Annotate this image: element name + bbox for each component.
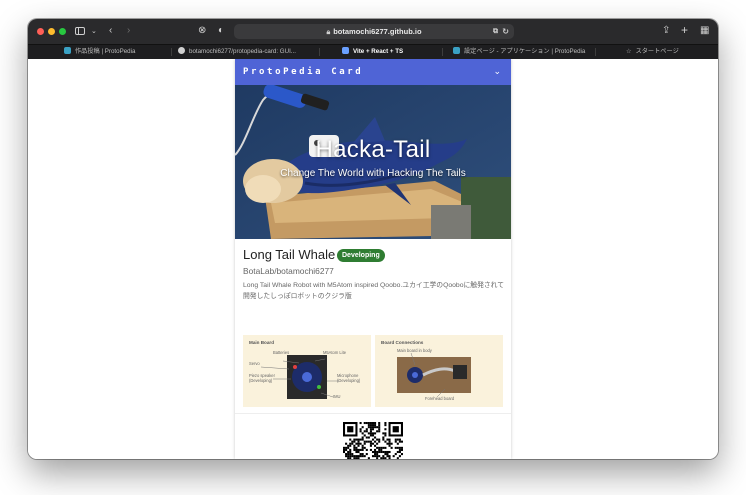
- forward-arrow-icon[interactable]: ›: [127, 26, 130, 36]
- star-icon: ☆: [626, 48, 632, 55]
- diagram-label: Microphone (Developing): [337, 373, 361, 383]
- close-window-button[interactable]: [37, 28, 44, 35]
- qr-code[interactable]: [343, 422, 403, 459]
- protopedia-favicon-icon: [64, 47, 71, 54]
- card-header-title: ProtoPedia Card: [243, 67, 364, 77]
- reload-icon[interactable]: ↻: [502, 24, 509, 39]
- diagram-label: M5Atom Lite: [323, 350, 346, 355]
- main-board-diagram: Main Board Batteries M5Atom Lite Servo P…: [243, 335, 371, 407]
- diagram-label: Forehead board: [425, 396, 455, 401]
- lock-icon: 🔒︎: [326, 29, 331, 36]
- tab-label: スタートページ: [635, 48, 679, 55]
- chevron-down-icon[interactable]: ⌄: [91, 27, 97, 37]
- tab-start-page[interactable]: ☆ スタートページ: [626, 45, 706, 59]
- vite-favicon-icon: [342, 47, 349, 54]
- team-name: BotaLab/botamochi6277: [243, 266, 334, 276]
- tab-label: botamochi6277/protopedia-card: GUI...: [189, 48, 296, 55]
- main-board-photo: [260, 355, 339, 399]
- privacy-shield-icon[interactable]: ◐: [218, 26, 224, 36]
- tab-overview-icon[interactable]: ▦: [700, 26, 709, 36]
- diagram-label: Batteries: [273, 350, 290, 355]
- diagram-label: Main board in body: [397, 348, 432, 353]
- chevron-down-icon[interactable]: ⌄: [493, 66, 501, 77]
- sidebar-toggle-icon[interactable]: [75, 27, 85, 35]
- browser-window: ⌄ ‹ › ⊗ ◐ 🔒︎ botamochi6277.github.io ⧉ ↻ …: [28, 19, 718, 459]
- tab-github-repo[interactable]: botamochi6277/protopedia-card: GUI...: [178, 45, 318, 59]
- extension-icon[interactable]: ⊗: [198, 26, 206, 36]
- protopedia-card: ProtoPedia Card ⌄ Hacka-Tail Change The …: [235, 59, 511, 459]
- translate-icon[interactable]: ⧉: [493, 24, 498, 39]
- address-url: botamochi6277.github.io: [333, 27, 422, 36]
- diagram-label: Piezo speaker (Developing): [249, 373, 275, 383]
- title-bar: ⌄ ‹ › ⊗ ◐ 🔒︎ botamochi6277.github.io ⧉ ↻ …: [28, 19, 718, 44]
- page-viewport: ProtoPedia Card ⌄ Hacka-Tail Change The …: [28, 59, 718, 459]
- tab-bar: 作品投稿 | ProtoPedia botamochi6277/protoped…: [28, 44, 718, 59]
- tab-protopedia-settings[interactable]: 設定ページ - アプリケーション | ProtoPedia: [453, 45, 593, 59]
- share-icon[interactable]: ⇪: [662, 26, 670, 36]
- qr-section: [235, 413, 511, 459]
- protopedia-favicon-icon: [453, 47, 460, 54]
- minimize-window-button[interactable]: [48, 28, 55, 35]
- zoom-window-button[interactable]: [59, 28, 66, 35]
- diagram-label: IMU: [333, 394, 341, 399]
- board-connections-diagram: Board Connections Main board in body For…: [375, 335, 503, 407]
- product-summary: Long Tail Whale Robot with M5Atom inspir…: [243, 282, 505, 300]
- tab-label: Vite + React + TS: [353, 48, 404, 55]
- tab-label: 作品投稿 | ProtoPedia: [75, 48, 136, 55]
- status-badge: Developing: [337, 249, 385, 262]
- tab-label: 設定ページ - アプリケーション | ProtoPedia: [464, 48, 586, 55]
- product-name: Long Tail Whale: [243, 247, 336, 262]
- github-favicon-icon: [178, 47, 185, 54]
- diagram-label: Servo: [249, 361, 260, 366]
- back-arrow-icon[interactable]: ‹: [109, 26, 112, 36]
- card-header[interactable]: ProtoPedia Card ⌄: [235, 59, 511, 85]
- tab-protopedia-post[interactable]: 作品投稿 | ProtoPedia: [64, 45, 184, 59]
- hero-image: Hacka-Tail Change The World with Hacking…: [235, 85, 511, 239]
- diagram-images: Main Board Batteries M5Atom Lite Servo P…: [243, 335, 503, 407]
- hero-subtitle: Change The World with Hacking The Tails: [280, 168, 466, 179]
- new-tab-icon[interactable]: +: [681, 24, 688, 36]
- hero-title: Hacka-Tail: [315, 136, 431, 163]
- address-bar[interactable]: 🔒︎ botamochi6277.github.io ⧉ ↻: [234, 24, 514, 39]
- tab-vite-react[interactable]: Vite + React + TS: [342, 45, 437, 59]
